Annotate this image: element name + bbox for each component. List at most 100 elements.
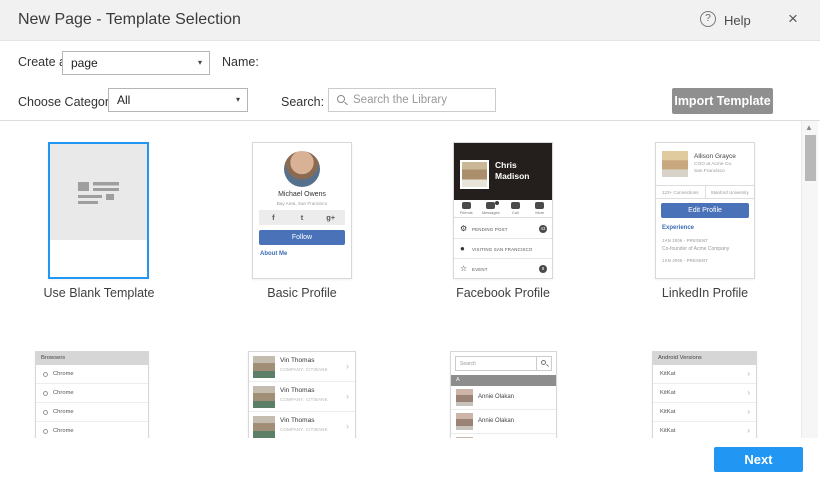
connections-stat: 123+ Connections [656, 186, 706, 198]
scroll-up-icon[interactable]: ▲ [805, 123, 813, 132]
profile-name: Allison Grayce [694, 153, 736, 160]
list-item: KitKat› [653, 365, 756, 384]
about-me-link: About Me [260, 251, 287, 257]
profile-name: Michael Owens [253, 191, 351, 198]
dialog-titlebar: New Page - Template Selection ? Help × [0, 0, 820, 41]
list-header: Browsers [36, 352, 148, 365]
import-template-button[interactable]: Import Template [672, 88, 773, 114]
filter-row: Choose Category: All ▾ Search: Import Te… [0, 82, 820, 121]
template-card-linkedin-profile[interactable]: Allison Grayce COO at Acme Co. San Franc… [655, 142, 755, 279]
avatar [284, 151, 320, 187]
page-type-value: page [71, 56, 98, 70]
name-line2: Madison [495, 171, 529, 181]
template-card-contacts[interactable]: Vin ThomasCOMPANY: CITIBANK› Vin ThomasC… [248, 351, 356, 438]
library-search-input[interactable] [353, 89, 493, 111]
list-item: Vin ThomasCOMPANY: CITIBANK› [249, 412, 355, 438]
help-icon[interactable]: ? [700, 11, 716, 27]
row-label: VISITING SAN FRANCISCO [472, 247, 533, 252]
count-badge: 43 [539, 225, 547, 233]
list-item: KitKat› [653, 422, 756, 438]
star-icon: ☆ [460, 265, 467, 273]
row-label: EVENT [472, 267, 488, 272]
chevron-right-icon: › [747, 369, 750, 378]
pending-post-row: ⚙ PENDING POST 43 [454, 219, 552, 239]
text-layout-icon [78, 180, 122, 206]
template-card-browsers[interactable]: Browsers Chrome Chrome Chrome Chrome Chr… [35, 351, 149, 438]
edit-profile-button: Edit Profile [661, 203, 749, 218]
messages-icon [486, 202, 495, 209]
help-link[interactable]: Help [724, 13, 751, 28]
avatar [253, 416, 275, 438]
social-bar: f t g+ [259, 210, 345, 225]
chevron-right-icon: › [346, 391, 349, 401]
list-item: KitKat› [653, 384, 756, 403]
list-header: Android Versions [653, 352, 756, 365]
event-row: ☆ EVENT 8 [454, 259, 552, 279]
radio-icon [43, 391, 48, 396]
chevron-right-icon: › [346, 361, 349, 371]
name-label: Name: [222, 55, 259, 69]
chevron-right-icon: › [346, 421, 349, 431]
experience-period: JAN 2006 - PRESENT [662, 258, 708, 263]
visiting-row: ● VISITING SAN FRANCISCO [454, 239, 552, 259]
list-item: Chrome [36, 384, 148, 403]
list-item: Chrome [36, 365, 148, 384]
experience-heading: Experience [662, 225, 694, 231]
category-select[interactable]: All ▾ [108, 88, 248, 112]
card-label-blank: Use Blank Template [24, 286, 174, 300]
page-type-select[interactable]: page ▾ [62, 51, 210, 75]
template-card-basic-profile[interactable]: Michael Owens Bay Area, San Francisco f … [252, 142, 352, 279]
blank-preview [50, 144, 147, 240]
list-item: Vin ThomasCOMPANY: CITIBANK› [249, 352, 355, 382]
list-item: Annie Olakan [451, 386, 556, 410]
row-label: PENDING POST [472, 227, 508, 232]
scrollbar-thumb[interactable] [805, 135, 816, 181]
create-row: Create a page ▾ Name: [0, 41, 820, 82]
chevron-right-icon: › [747, 407, 750, 416]
facebook-action-bar: Friends Messages Call More [454, 200, 552, 218]
template-selection-dialog: New Page - Template Selection ? Help × C… [0, 0, 820, 484]
page-title: New Page - Template Selection [18, 11, 241, 29]
university-stat: Stanford University [706, 186, 755, 198]
call-action: Call [503, 200, 528, 217]
search-label: Search: [281, 95, 324, 109]
mini-search-placeholder: Search [460, 361, 476, 367]
more-icon [535, 202, 544, 209]
chevron-right-icon: › [747, 388, 750, 397]
avatar [253, 356, 275, 378]
scrollbar[interactable]: ▲ [801, 121, 818, 438]
search-icon [536, 357, 551, 370]
group-header: A [451, 375, 556, 386]
mini-search-bar: Search [455, 356, 552, 371]
googleplus-icon: g+ [316, 210, 345, 225]
template-card-android-versions[interactable]: Android Versions KitKat› KitKat› KitKat›… [652, 351, 757, 438]
more-action: More [528, 200, 553, 217]
radio-icon [43, 372, 48, 377]
template-card-searchable-contacts[interactable]: Search A Annie Olakan Annie Olakan Annie… [450, 351, 557, 438]
card-label-basic: Basic Profile [227, 286, 377, 300]
facebook-header: Chris Madison [454, 143, 552, 200]
template-card-facebook-profile[interactable]: Chris Madison Friends Messages Call More… [453, 142, 553, 279]
list-item: Vin ThomasCOMPANY: CITIBANK› [249, 382, 355, 412]
next-button[interactable]: Next [714, 447, 803, 472]
profile-role: COO at Acme Co. [694, 162, 732, 167]
template-grid: Michael Owens Bay Area, San Francisco f … [0, 121, 820, 438]
chevron-down-icon: ▾ [198, 52, 202, 74]
gear-icon: ⚙ [460, 225, 467, 233]
location-pin-icon: ● [460, 245, 465, 253]
stats-bar: 123+ Connections Stanford University [656, 185, 754, 199]
profile-location: San Francisco [694, 169, 725, 174]
list-item: KitKat› [653, 403, 756, 422]
avatar [456, 389, 473, 406]
create-a-label: Create a [18, 55, 66, 69]
list-item: Chrome [36, 422, 148, 438]
twitter-icon: t [288, 210, 317, 225]
radio-icon [43, 429, 48, 434]
close-icon[interactable]: × [788, 9, 798, 29]
template-card-blank[interactable] [48, 142, 149, 279]
chevron-down-icon: ▾ [236, 89, 240, 111]
search-icon [337, 95, 345, 103]
profile-subtitle: Bay Area, San Francisco [253, 201, 351, 206]
experience-period: JAN 2006 - PRESENT [662, 238, 708, 243]
list-item: Annie Olakan [451, 410, 556, 434]
